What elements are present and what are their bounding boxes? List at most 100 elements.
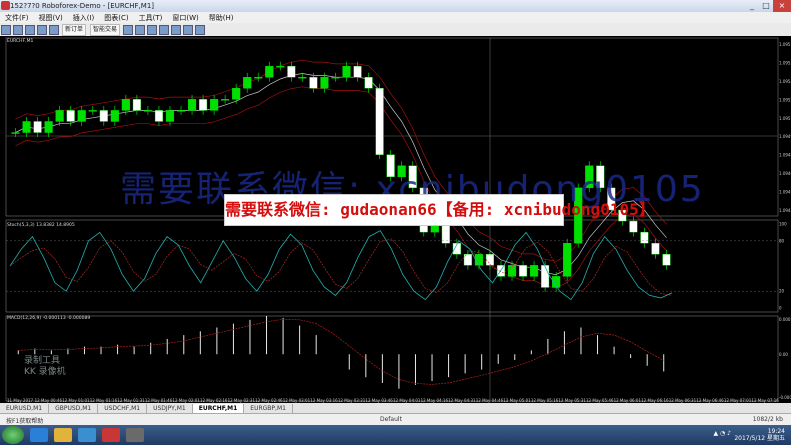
new-order-button[interactable]: 新订单 <box>62 23 87 36</box>
tab-eurgbp[interactable]: EURGBP,M1 <box>244 403 293 413</box>
tab-usdchf[interactable]: USDCHF,M1 <box>98 403 148 413</box>
expert-advisors-button[interactable]: 智能交易 <box>90 23 121 36</box>
candle-body <box>563 242 572 277</box>
candle-body <box>651 242 660 255</box>
menu-file[interactable]: 文件(F) <box>0 13 34 23</box>
candle-body <box>518 265 528 277</box>
status-help: 按F1获取帮助 <box>6 418 44 425</box>
price-axis-label: 1.09570 <box>779 42 791 47</box>
media-player-icon[interactable] <box>78 428 96 442</box>
title-bar: 152?7?0 Roboforex-Demo - [EURCHF,M1] _ □… <box>0 0 791 12</box>
profiles-icon[interactable] <box>13 24 23 35</box>
candle-body <box>364 77 373 89</box>
tab-usdjpy[interactable]: USDJPY,M1 <box>147 403 193 413</box>
price-axis-label: 1.09450 <box>779 190 791 195</box>
candle-body <box>143 110 152 112</box>
start-button-icon[interactable] <box>2 426 24 444</box>
toolbar: 新订单 智能交易 <box>0 23 791 37</box>
tab-eurchf[interactable]: EURCHF,M1 <box>192 403 245 413</box>
menu-insert[interactable]: 插入(I) <box>68 13 100 23</box>
market-watch-icon[interactable] <box>25 24 35 35</box>
candle-body <box>110 110 119 122</box>
window-controls: _ □ × <box>745 0 791 12</box>
price-axis-label: 1.09510 <box>779 116 791 121</box>
candle-body <box>320 77 329 89</box>
terminal-icon[interactable] <box>49 24 59 35</box>
candle-body <box>662 254 671 266</box>
candle-body <box>66 110 75 122</box>
terminal-task-icon[interactable] <box>126 428 144 442</box>
candle-body <box>22 121 31 133</box>
menu-tools[interactable]: 工具(T) <box>134 13 168 23</box>
navigator-icon[interactable] <box>37 24 47 35</box>
stoch-axis-label: 20 <box>779 289 785 294</box>
zoom-in-icon[interactable] <box>159 24 170 35</box>
candle-body <box>44 121 53 133</box>
price-axis-label: 1.09465 <box>779 171 791 176</box>
folder-icon[interactable] <box>54 428 72 442</box>
candle-body <box>287 65 296 78</box>
price-axis-label: 1.09540 <box>779 79 791 84</box>
chart-tabs: EURUSD,M1 GBPUSD,M1 USDCHF,M1 USDJPY,M1 … <box>0 403 791 413</box>
maximize-button[interactable]: □ <box>759 0 773 12</box>
candle-body <box>221 99 230 101</box>
candle-body <box>541 265 550 288</box>
candle-body <box>265 65 274 78</box>
price-axis-label: 1.09525 <box>779 97 791 102</box>
candle-body <box>176 110 186 112</box>
macd-panel-title: MACD(12,26,9) -0.000113 -0.000089 <box>7 315 90 321</box>
trendline-icon[interactable] <box>195 24 206 35</box>
macd-axis-label: -0.00035 <box>779 395 791 400</box>
window-title: 152?7?0 Roboforex-Demo - [EURCHF,M1] <box>10 2 154 10</box>
ie-browser-icon[interactable] <box>30 428 48 442</box>
candle-body <box>132 99 141 111</box>
minimize-button[interactable]: _ <box>745 0 759 12</box>
candle-body <box>33 121 42 133</box>
candle-body <box>55 110 64 122</box>
candle-body <box>485 254 495 266</box>
app-logo-icon <box>1 1 10 10</box>
candle-body <box>342 65 351 78</box>
candle-body <box>474 254 483 266</box>
menu-help[interactable]: 帮助(H) <box>204 13 239 23</box>
new-chart-icon[interactable] <box>1 24 11 35</box>
candle-body <box>530 265 539 277</box>
close-button[interactable]: × <box>773 0 791 12</box>
menu-charts[interactable]: 图表(C) <box>99 13 133 23</box>
candle-body <box>331 77 340 79</box>
stoch-axis-label: 100 <box>779 222 787 227</box>
candle-body <box>298 77 307 79</box>
status-profile: Default <box>380 416 402 423</box>
clock-date: 2017/5/12 星期五 <box>734 435 785 442</box>
macd-axis-label: 0.00 <box>779 352 788 357</box>
candle-body <box>121 99 130 111</box>
candle-body <box>232 88 241 100</box>
app-icon[interactable] <box>102 428 120 442</box>
candle-body <box>99 110 108 122</box>
bar-chart-icon[interactable] <box>123 24 134 35</box>
menu-bar: 文件(F) 视图(V) 插入(I) 图表(C) 工具(T) 窗口(W) 帮助(H… <box>0 12 791 23</box>
tab-gbpusd[interactable]: GBPUSD,M1 <box>49 403 99 413</box>
candle-body <box>640 231 649 244</box>
tray-icons: ▲ ◔ ♪ <box>713 430 732 437</box>
zoom-out-icon[interactable] <box>171 24 182 35</box>
stoch-panel-title: Stoch(5,3,3) 13.8382 14.8905 <box>7 222 75 228</box>
candlestick-icon[interactable] <box>135 24 146 35</box>
tab-eurusd[interactable]: EURUSD,M1 <box>0 403 50 413</box>
main-panel-title: EURCHF,M1 <box>7 38 33 44</box>
candle-body <box>629 220 638 233</box>
candle-body <box>165 110 175 122</box>
clock: 19:24 2017/5/12 星期五 <box>734 428 785 442</box>
menu-window[interactable]: 窗口(W) <box>167 13 203 23</box>
recorder-line1: 录制工具 <box>24 356 61 366</box>
menu-view[interactable]: 视图(V) <box>34 13 68 23</box>
crosshair-icon[interactable] <box>183 24 194 35</box>
clock-time: 19:24 <box>767 428 785 435</box>
candle-body <box>309 77 318 89</box>
candle-body <box>254 77 263 79</box>
watermark-banner: 需要联系微信: gudaonan66【备用: xcnibudong0105】 <box>224 194 655 226</box>
taskbar: ▲ ◔ ♪ 19:24 2017/5/12 星期五 <box>0 425 791 445</box>
candle-body <box>77 110 86 122</box>
line-chart-icon[interactable] <box>147 24 158 35</box>
candle-body <box>243 77 252 89</box>
